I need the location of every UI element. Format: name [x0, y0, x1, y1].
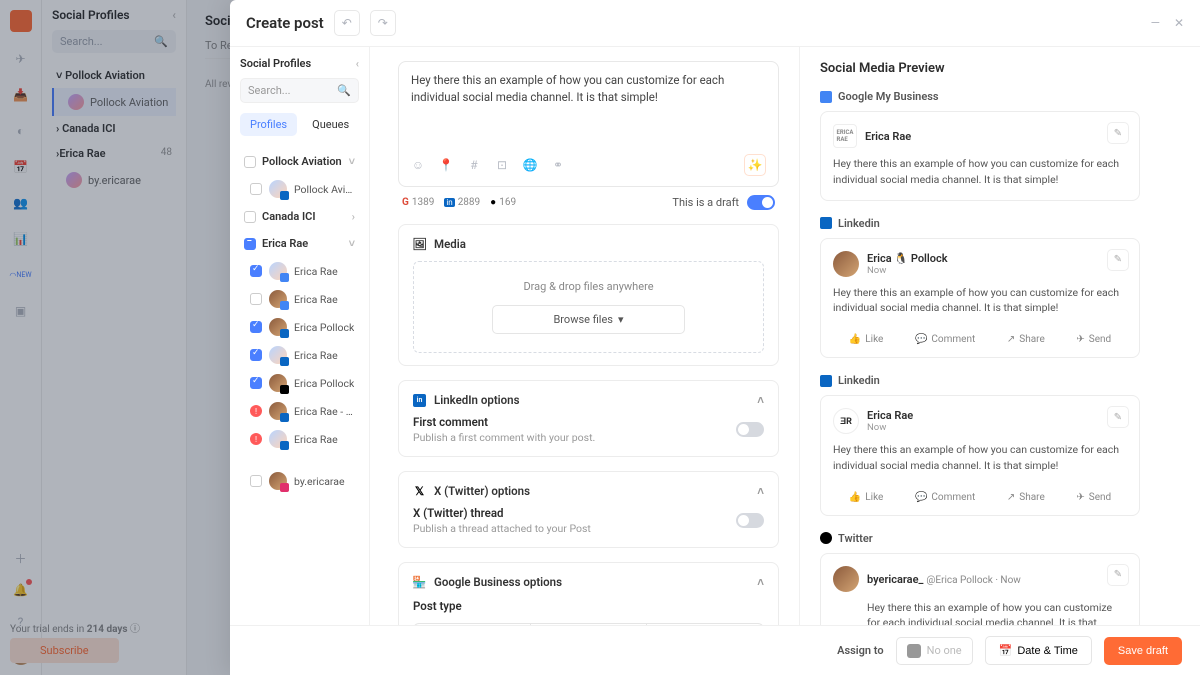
profile-row[interactable]: Erica Rae	[240, 257, 359, 285]
linkedin-options-section: inLinkedIn options˄ First comment Publis…	[398, 380, 779, 457]
browse-files-button[interactable]: Browse files ▾	[492, 305, 684, 334]
edit-preview-icon[interactable]: ✎	[1107, 406, 1129, 428]
compose-box[interactable]: Hey there this an example of how you can…	[398, 61, 779, 187]
thread-toggle[interactable]	[736, 513, 764, 528]
thread-label: X (Twitter) thread	[413, 506, 736, 520]
checkbox[interactable]	[244, 156, 256, 168]
location-icon[interactable]: 📍	[439, 158, 453, 172]
like-action[interactable]: 👍 Like	[849, 492, 884, 503]
assign-selector[interactable]: No one	[896, 637, 973, 665]
first-comment-toggle[interactable]	[736, 422, 764, 437]
globe-icon[interactable]: 🌐	[523, 158, 537, 172]
save-draft-button[interactable]: Save draft	[1104, 637, 1182, 665]
undo-button[interactable]: ↶	[334, 10, 360, 36]
tab-profiles[interactable]: Profiles	[240, 113, 297, 136]
count-linkedin: in2889	[444, 197, 480, 208]
avatar: ƎR	[833, 408, 859, 434]
comment-action[interactable]: 💬 Comment	[915, 492, 975, 503]
send-action[interactable]: ✈ Send	[1076, 492, 1111, 503]
profile-row-byericarae[interactable]: by.ericarae	[240, 467, 359, 495]
hashtag-icon[interactable]: #	[467, 158, 481, 172]
group-pollock[interactable]: Pollock Aviation˅	[240, 148, 359, 175]
preview-twitter-card: ✎ byericarae_ @Erica Pollock · Now Hey t…	[820, 553, 1140, 626]
linkedin-net-icon	[820, 375, 832, 387]
preview-heading: Social Media Preview	[820, 61, 1140, 76]
profile-row[interactable]: !Erica Rae	[240, 425, 359, 453]
minimize-icon[interactable]: —	[1151, 16, 1160, 30]
x-icon: 𝕏	[413, 485, 426, 498]
compose-text[interactable]: Hey there this an example of how you can…	[411, 72, 766, 144]
profiles-heading: Social Profiles	[240, 57, 311, 70]
redo-button[interactable]: ↷	[370, 10, 396, 36]
draft-label: This is a draft	[672, 196, 739, 209]
media-icon[interactable]: ⊡	[495, 158, 509, 172]
first-comment-label: First comment	[413, 415, 736, 429]
ai-magic-button[interactable]: ✨	[744, 154, 766, 176]
twitter-options-section: 𝕏X (Twitter) options˄ X (Twitter) thread…	[398, 471, 779, 548]
send-action[interactable]: ✈ Send	[1076, 334, 1111, 345]
emoji-icon[interactable]: ☺	[411, 158, 425, 172]
share-action[interactable]: ↗ Share	[1007, 492, 1045, 503]
modal-title: Create post	[246, 14, 324, 32]
count-twitter: ●169	[490, 197, 516, 208]
profile-row[interactable]: Erica Rae	[240, 341, 359, 369]
like-action[interactable]: 👍 Like	[849, 334, 884, 345]
media-icon: 🖼	[413, 238, 426, 251]
preview-linkedin-card-2: ✎ ƎRErica RaeNow Hey there this an examp…	[820, 395, 1140, 516]
profile-row[interactable]: Erica Pollock	[240, 369, 359, 397]
assign-label: Assign to	[837, 644, 883, 657]
media-section: 🖼Media Drag & drop files anywhere Browse…	[398, 224, 779, 366]
linkedin-net-icon	[820, 217, 832, 229]
group-erica[interactable]: Erica Rae˅	[240, 230, 359, 257]
chevron-up-icon[interactable]: ˄	[757, 484, 764, 498]
chevron-up-icon[interactable]: ˄	[757, 575, 764, 589]
gmb-options-section: 🏪Google Business options˄ Post type What…	[398, 562, 779, 625]
profile-row[interactable]: !Erica Rae - Copywriter ...	[240, 397, 359, 425]
search-icon: 🔍	[337, 84, 351, 97]
chevron-up-icon[interactable]: ˄	[757, 393, 764, 407]
modal-footer: Assign to No one 📅 Date & Time Save draf…	[230, 625, 1200, 675]
profile-row[interactable]: Erica Rae	[240, 285, 359, 313]
preview-gmb-card: ✎ ERICARAEErica Rae Hey there this an ex…	[820, 111, 1140, 201]
avatar	[833, 566, 859, 592]
post-type-label: Post type	[413, 599, 764, 613]
preview-linkedin-card-1: ✎ Erica 🐧 PollockNow Hey there this an e…	[820, 238, 1140, 359]
media-dropzone[interactable]: Drag & drop files anywhere Browse files …	[413, 261, 764, 353]
avatar	[833, 251, 859, 277]
gmb-logo: ERICARAE	[833, 124, 857, 148]
group-canada[interactable]: Canada ICI›	[240, 203, 359, 230]
profile-row[interactable]: Erica Pollock	[240, 313, 359, 341]
tab-queues[interactable]: Queues	[302, 113, 359, 136]
comment-action[interactable]: 💬 Comment	[915, 334, 975, 345]
gmb-icon: 🏪	[413, 576, 426, 589]
profiles-column: Social Profiles ‹ Search... 🔍 Profiles Qu…	[230, 47, 370, 625]
draft-toggle[interactable]	[747, 195, 775, 210]
warning-icon: !	[250, 433, 262, 445]
preview-column: Social Media Preview Google My Business …	[800, 47, 1160, 625]
warning-icon: !	[250, 405, 262, 417]
gmb-net-icon	[820, 91, 832, 103]
close-icon[interactable]: ✕	[1174, 16, 1184, 30]
linkedin-icon: in	[413, 394, 426, 407]
profile-row[interactable]: Pollock Aviation	[240, 175, 359, 203]
compose-column: Hey there this an example of how you can…	[370, 47, 800, 625]
edit-preview-icon[interactable]: ✎	[1107, 564, 1129, 586]
edit-preview-icon[interactable]: ✎	[1107, 249, 1129, 271]
share-action[interactable]: ↗ Share	[1007, 334, 1045, 345]
edit-preview-icon[interactable]: ✎	[1107, 122, 1129, 144]
count-google: G1389	[402, 197, 434, 208]
twitter-net-icon	[820, 532, 832, 544]
link-icon[interactable]: ⚭	[551, 158, 565, 172]
date-time-button[interactable]: 📅 Date & Time	[985, 636, 1092, 665]
profile-search[interactable]: Search... 🔍	[240, 78, 359, 103]
create-post-modal: Create post ↶ ↷ — ✕ Social Profiles ‹ Sea…	[230, 0, 1200, 675]
collapse-profiles-icon[interactable]: ‹	[356, 57, 359, 70]
